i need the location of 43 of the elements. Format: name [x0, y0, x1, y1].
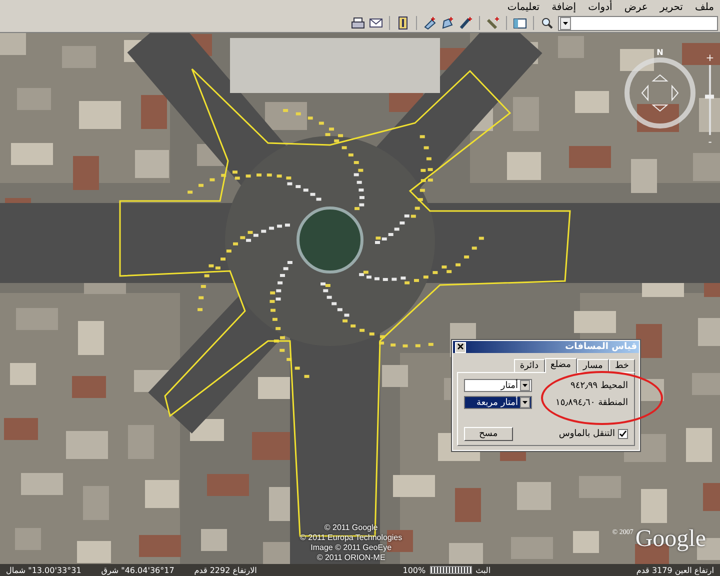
- unit-dropdown[interactable]: أمتار مربعة: [464, 396, 532, 409]
- measurement-text: المحيط ٩٤٢٫٩٩: [570, 380, 628, 390]
- unit-dropdown[interactable]: أمتار: [464, 379, 532, 392]
- placemark-icon[interactable]: [423, 16, 437, 30]
- tab[interactable]: مضلع: [544, 358, 577, 373]
- zoom-out-button[interactable]: -: [708, 137, 712, 148]
- ruler-icon[interactable]: [486, 16, 500, 30]
- search-field[interactable]: [558, 16, 718, 30]
- polygon-icon[interactable]: [441, 16, 455, 30]
- dialog-title: قياس المسافات: [565, 342, 637, 352]
- measurement-text: المنطقة ١٥٫٨٩٤٫٦٠: [556, 398, 628, 408]
- checkbox[interactable]: [618, 429, 628, 439]
- close-icon[interactable]: [455, 342, 466, 352]
- checkmark-icon: [619, 430, 627, 438]
- logo-text: Google: [635, 526, 706, 552]
- menu-item[interactable]: ملف: [692, 0, 716, 14]
- checkbox-label: التنقل بالماوس: [558, 429, 615, 439]
- panel-icon[interactable]: [513, 16, 527, 30]
- tab[interactable]: خط: [608, 359, 635, 372]
- search-icon[interactable]: [540, 16, 554, 30]
- zoom-slider-thumb[interactable]: [705, 94, 714, 99]
- path-icon[interactable]: [459, 16, 473, 30]
- streaming-reading: 100%: [402, 566, 426, 574]
- compass-drawing: [624, 58, 696, 128]
- tab[interactable]: مسار: [576, 359, 609, 372]
- zoom-in-button[interactable]: +: [706, 53, 714, 64]
- compass-north-label: N: [656, 48, 664, 57]
- tab[interactable]: دائرة: [514, 359, 545, 372]
- print-icon[interactable]: [351, 16, 365, 30]
- menu-item[interactable]: تحرير: [658, 0, 685, 14]
- latitude-text: 33°31'13.00" شمال: [6, 566, 82, 574]
- sidebar-icon[interactable]: [396, 16, 410, 30]
- copyright-text: © 2011 ORION-ME: [316, 553, 386, 563]
- clear-button[interactable]: مسح: [464, 427, 513, 441]
- eye-altitude-text: ارتفاع العين 3179 قدم: [636, 566, 714, 574]
- longitude-text: 36°17'46.04" شرق: [101, 566, 174, 574]
- menu-item[interactable]: عرض: [622, 0, 650, 14]
- copyright-text: Image © 2011 GeoEye: [310, 543, 392, 553]
- streaming-label: البث: [476, 566, 491, 574]
- elevation-text: الارتفاع 2292 قدم: [194, 566, 257, 574]
- envelope-icon[interactable]: [369, 16, 383, 30]
- menu-item[interactable]: تعليمات: [505, 0, 542, 14]
- menu-item[interactable]: إضافة: [550, 0, 578, 14]
